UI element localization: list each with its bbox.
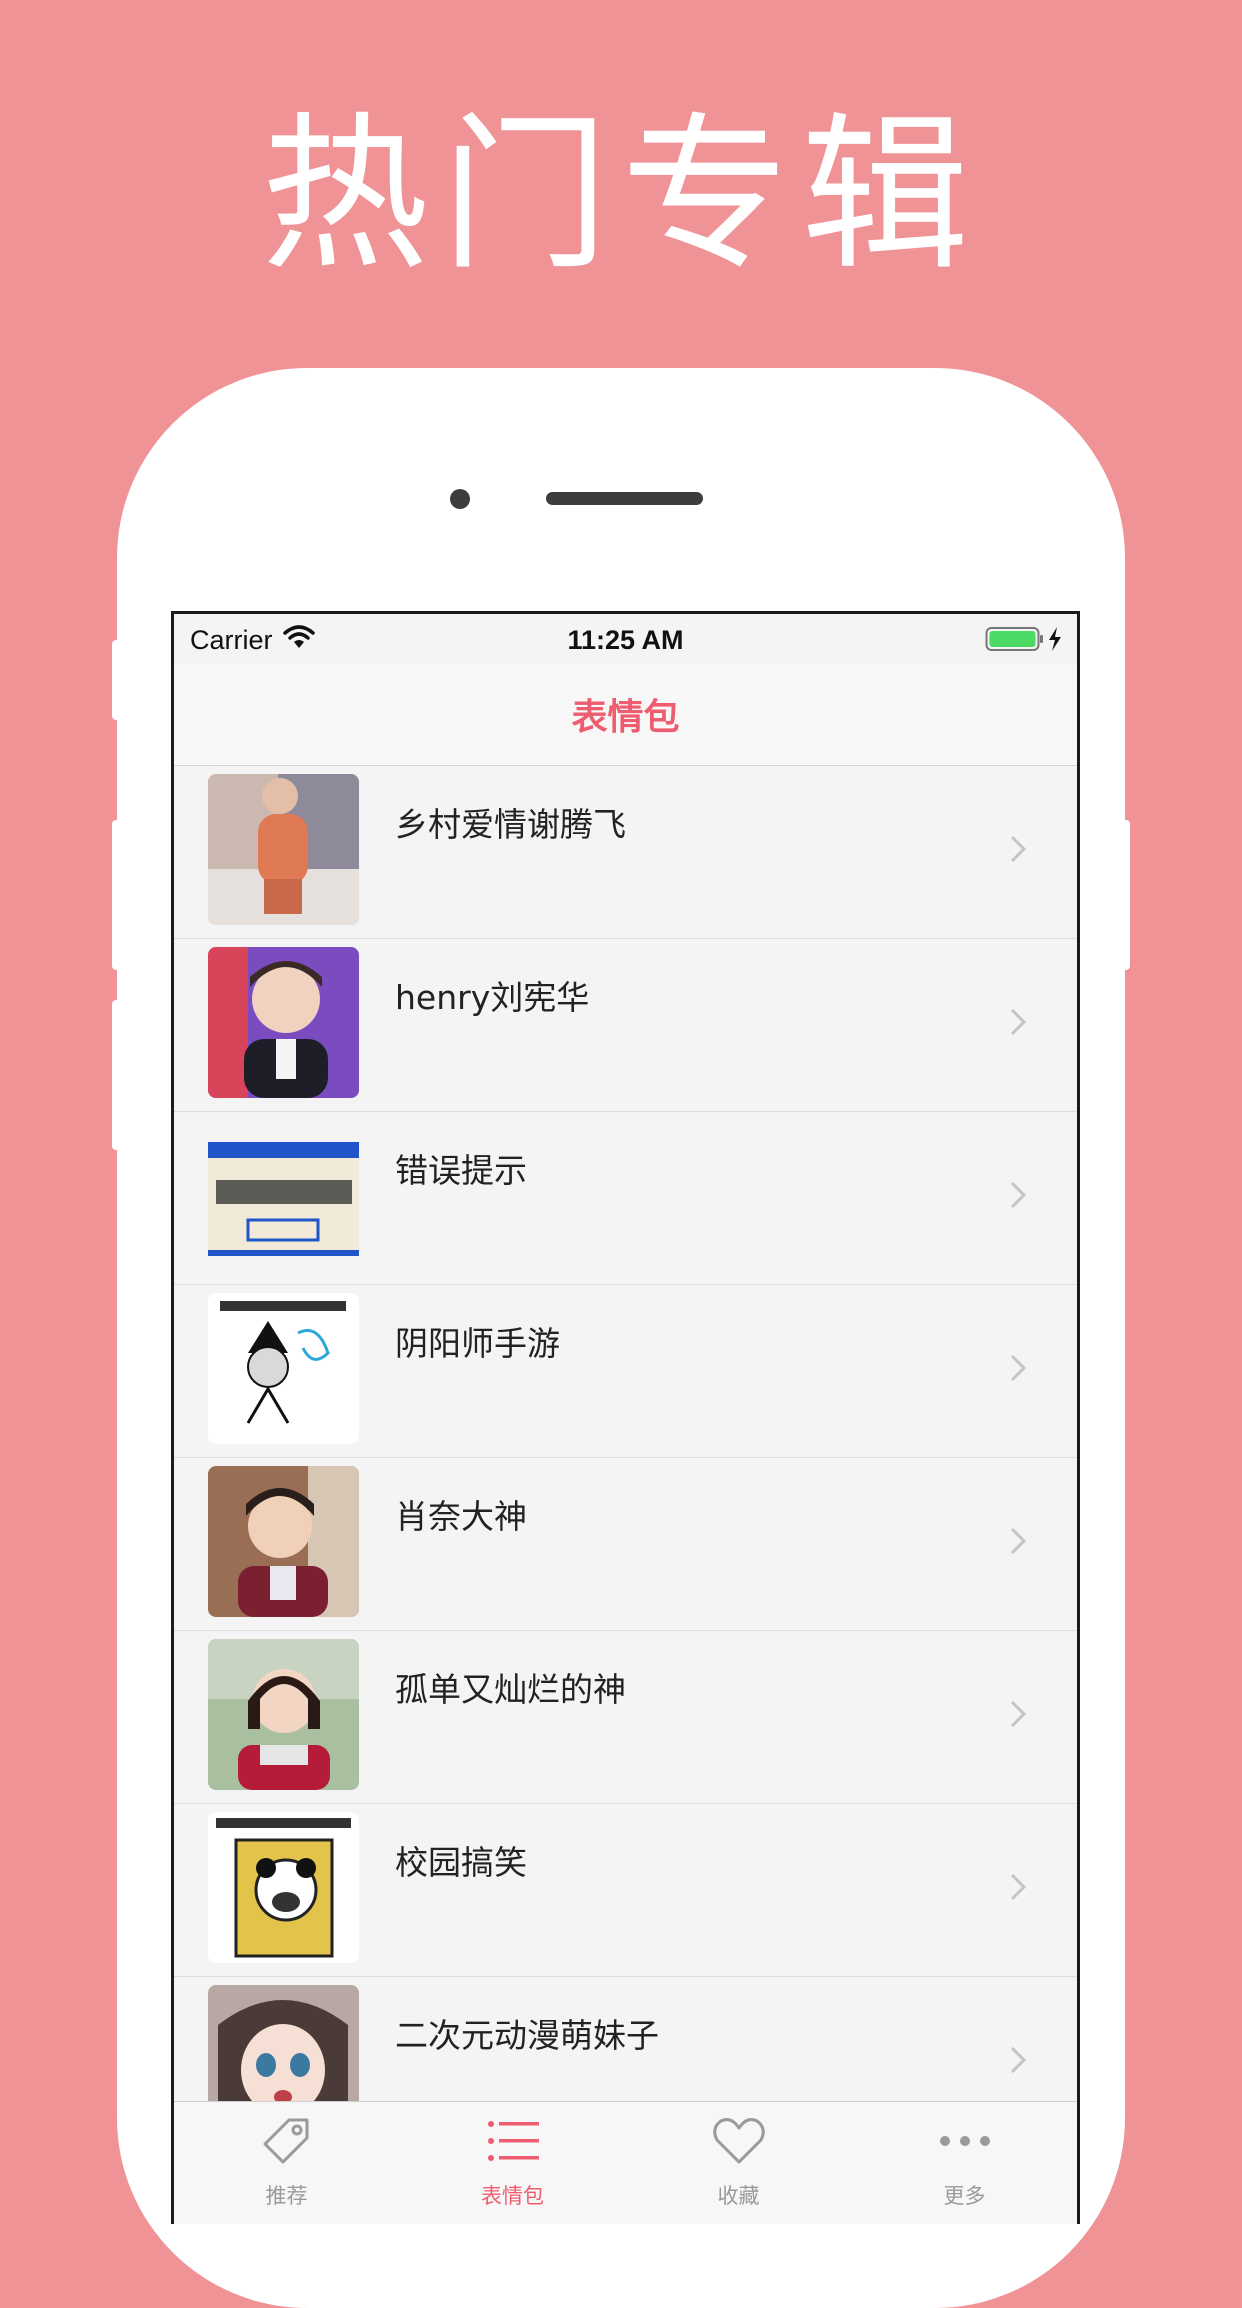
promo-title: 热门专辑 <box>261 97 981 293</box>
chevron-right-icon <box>1010 1527 1027 1555</box>
chevron-right-icon <box>1010 1354 1027 1382</box>
chevron-right-icon <box>1010 1700 1027 1728</box>
tab-more[interactable]: 更多 <box>852 2102 1077 2224</box>
album-thumbnail <box>208 774 359 925</box>
page-title: 表情包 <box>571 697 680 738</box>
album-thumbnail <box>208 1639 359 1790</box>
tab-bar: 推荐 表情包 收藏 更多 <box>174 2101 1077 2224</box>
phone-side-button <box>112 1000 122 1150</box>
navigation-bar: 表情包 <box>174 664 1077 766</box>
heart-icon <box>713 2118 765 2164</box>
tab-emoji-packs[interactable]: 表情包 <box>400 2102 625 2224</box>
list-item[interactable]: 乡村爱情谢腾飞 <box>174 766 1077 939</box>
chevron-right-icon <box>1010 2046 1027 2074</box>
tab-recommend[interactable]: 推荐 <box>174 2102 399 2224</box>
earpiece-speaker <box>546 492 703 505</box>
phone-side-button <box>112 820 122 970</box>
chevron-right-icon <box>1010 1181 1027 1209</box>
phone-side-button <box>1120 820 1130 970</box>
list-icon <box>488 2121 539 2161</box>
tab-label: 表情包 <box>481 2184 544 2208</box>
tab-favorites[interactable]: 收藏 <box>626 2102 851 2224</box>
clock: 11:25 AM <box>567 625 684 655</box>
album-list: 乡村爱情谢腾飞 henry刘宪华 错误提示 阴阳师手游 肖奈大神 孤单又灿烂的神… <box>174 766 1077 2150</box>
album-title: 孤单又灿烂的神 <box>395 1670 626 1709</box>
list-item[interactable]: 孤单又灿烂的神 <box>174 1631 1077 1804</box>
status-bar: Carrier 11:25 AM <box>174 614 1077 664</box>
album-thumbnail <box>208 1120 359 1271</box>
album-title: 校园搞笑 <box>395 1843 527 1882</box>
chevron-right-icon <box>1010 1008 1027 1036</box>
front-camera <box>450 489 470 509</box>
album-thumbnail <box>208 1293 359 1444</box>
album-thumbnail <box>208 1812 359 1963</box>
tab-label: 收藏 <box>717 2184 760 2208</box>
list-item[interactable]: henry刘宪华 <box>174 939 1077 1112</box>
tab-label: 推荐 <box>265 2184 308 2208</box>
tab-label: 更多 <box>943 2184 986 2208</box>
more-icon <box>940 2136 990 2146</box>
album-title: henry刘宪华 <box>395 978 590 1017</box>
chevron-right-icon <box>1010 1873 1027 1901</box>
phone-side-button <box>112 640 122 720</box>
album-title: 二次元动漫萌妹子 <box>395 2016 659 2055</box>
list-item[interactable]: 阴阳师手游 <box>174 1285 1077 1458</box>
album-title: 错误提示 <box>395 1151 527 1190</box>
list-item[interactable]: 错误提示 <box>174 1112 1077 1285</box>
album-title: 肖奈大神 <box>395 1497 527 1536</box>
album-title: 阴阳师手游 <box>395 1324 560 1363</box>
list-item[interactable]: 肖奈大神 <box>174 1458 1077 1631</box>
tag-icon <box>263 2118 309 2164</box>
list-item[interactable]: 校园搞笑 <box>174 1804 1077 1977</box>
app-screen: Carrier 11:25 AM 表情包 乡村爱情谢腾飞 henry刘宪华 错误… <box>171 611 1080 2224</box>
chevron-right-icon <box>1010 835 1027 863</box>
battery-charging-icon <box>985 627 1061 651</box>
album-thumbnail <box>208 1466 359 1617</box>
album-thumbnail <box>208 947 359 1098</box>
album-title: 乡村爱情谢腾飞 <box>395 805 626 844</box>
